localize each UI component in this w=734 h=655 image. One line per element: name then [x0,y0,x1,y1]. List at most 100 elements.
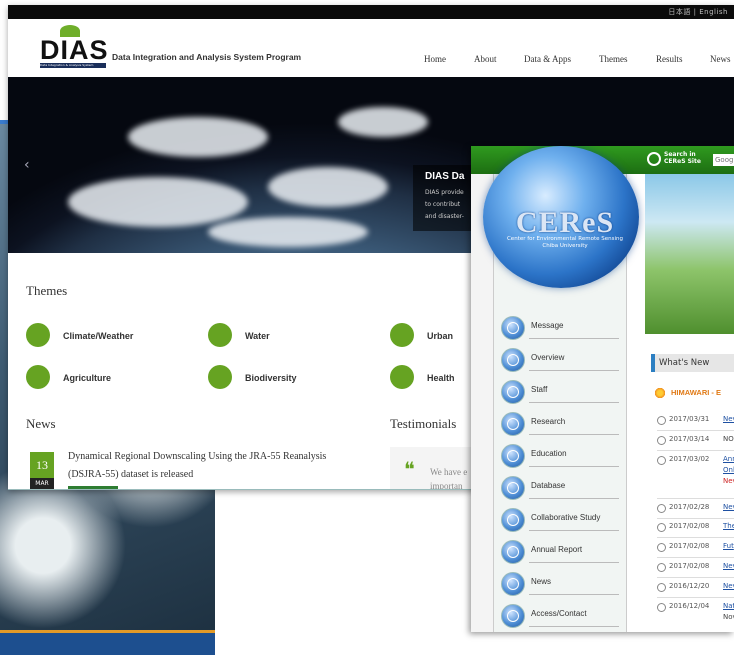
hero-caption-title: DIAS Da [425,171,465,182]
menu-label: Education [531,449,567,458]
whats-new-label: What's New [659,358,710,368]
news-link[interactable]: Nev [723,415,734,423]
news-date: 2017/03/02 [669,455,710,463]
theme-urban[interactable]: Urban [427,331,453,341]
background-footer-bar [0,630,215,655]
nav-themes[interactable]: Themes [599,54,628,64]
testimonial-text: We have e [430,467,468,477]
arrow-circle-icon [657,416,666,425]
news-link[interactable]: Nev [723,582,734,590]
themes-heading: Themes [26,283,68,298]
ceres-logo-text: CEReS [515,206,615,239]
menu-label: Database [531,481,566,490]
search-input[interactable]: Goog [713,154,734,166]
biodiversity-theme-icon[interactable] [208,365,232,389]
news-date: 2017/02/08 [669,562,710,570]
divider [657,430,734,431]
news-text: Nov [723,613,734,621]
slider-prev-arrow[interactable]: ‹ [24,157,30,173]
news-heading: News [26,416,56,431]
search-icon[interactable] [647,152,661,166]
arrow-circle-icon [657,456,666,465]
menu-label: Overview [531,353,565,362]
news-link[interactable]: Onl [723,466,734,474]
urban-theme-icon[interactable] [390,323,414,347]
menu-staff[interactable]: Staff [501,378,621,406]
dias-logo[interactable]: DIAS Data Integration & Analysis System [40,25,108,69]
divider [657,597,734,598]
theme-water[interactable]: Water [245,331,270,341]
himawari-banner[interactable]: HIMAWARI - E [651,386,734,400]
climate-theme-icon[interactable] [26,323,50,347]
dias-logo-text: DIAS [40,35,109,65]
whats-new-header: What's New [651,354,734,372]
theme-biodiversity[interactable]: Biodiversity [245,373,297,383]
menu-access-contact[interactable]: Access/Contact [501,602,621,630]
arrow-circle-icon [657,436,666,445]
water-theme-icon[interactable] [208,323,232,347]
nav-about[interactable]: About [474,54,497,64]
menu-label: Collaborative Study [531,513,601,522]
nav-data-apps[interactable]: Data & Apps [524,54,571,64]
agriculture-theme-icon[interactable] [26,365,50,389]
menu-news[interactable]: News [501,570,621,598]
theme-health[interactable]: Health [427,373,455,383]
arrow-circle-icon [657,543,666,552]
divider [657,518,734,519]
news-date: 2017/02/28 [669,503,710,511]
theme-climate-weather[interactable]: Climate/Weather [63,331,133,341]
nav-results[interactable]: Results [656,54,683,64]
news-link[interactable]: Nev [723,562,734,570]
hero-caption-text: and disaster- [425,213,464,220]
sun-icon [653,388,667,398]
news-item-link[interactable]: Dynamical Regional Downscaling Using the… [68,448,358,484]
menu-education[interactable]: Education [501,442,621,470]
theme-agriculture[interactable]: Agriculture [63,373,111,383]
nav-news[interactable]: News [710,54,731,64]
news-day: 13 [36,458,48,472]
language-switcher[interactable]: 日本語 | English [668,7,728,17]
menu-research[interactable]: Research [501,410,621,438]
news-link[interactable]: Ann [723,455,734,463]
quote-icon: ❝ [404,459,415,481]
news-date: 2017/03/14 [669,435,710,443]
menu-collaborative-study[interactable]: Collaborative Study [501,506,621,534]
news-date: 2017/03/31 [669,415,710,423]
dias-top-bar: 日本語 | English [8,5,734,19]
news-link[interactable]: The [723,522,734,530]
menu-overview[interactable]: Overview [501,346,621,374]
news-link[interactable]: Nev [723,503,734,511]
globe-icon [501,476,525,500]
health-theme-icon[interactable] [390,365,414,389]
himawari-label: HIMAWARI - E [671,388,721,397]
menu-label: Annual Report [531,545,583,554]
news-link[interactable]: Fut [723,542,734,550]
ceres-logo-subtitle: Chiba University [542,243,588,249]
divider [657,537,734,538]
menu-database[interactable]: Database [501,474,621,502]
menu-annual-report[interactable]: Annual Report [501,538,621,566]
ceres-window: Search in CEReS Site Goog CEReS Center f… [471,146,734,632]
divider [657,498,734,499]
arrow-circle-icon [657,504,666,513]
menu-message[interactable]: Message [501,314,621,342]
hero-caption-text: to contribut [425,201,461,208]
arrow-circle-icon [657,563,666,572]
news-date: 2017/02/08 [669,542,710,550]
program-title: Data Integration and Analysis System Pro… [112,52,302,62]
menu-label: Research [531,417,566,426]
globe-icon [501,508,525,532]
ceres-logo-subtitle: Center for Environmental Remote Sensing [506,236,624,242]
news-date-badge: 13 MAR [30,452,54,490]
menu-label: News [531,577,552,586]
globe-icon [501,540,525,564]
menu-label: Staff [531,385,548,394]
globe-icon [501,604,525,628]
globe-icon [501,572,525,596]
search-label-line: Search in [664,151,696,158]
menu-label: Access/Contact [531,609,587,618]
testimonials-heading: Testimonials [390,416,457,431]
globe-icon [501,444,525,468]
news-date: 2016/12/20 [669,582,710,590]
news-link[interactable]: Nat [723,602,734,610]
